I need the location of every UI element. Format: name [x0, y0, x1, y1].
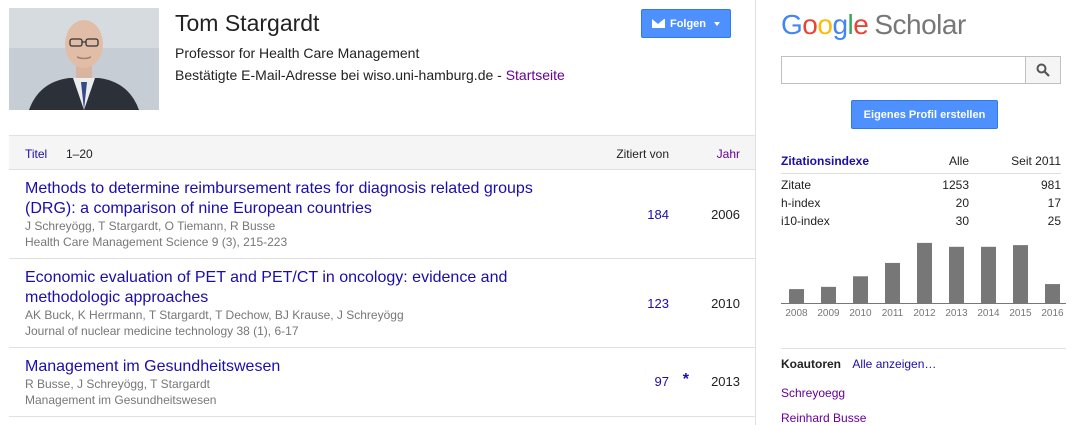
search-icon [1036, 63, 1050, 77]
follow-label: Folgen [669, 17, 707, 30]
chart-bar-2015[interactable] [1013, 245, 1028, 303]
sort-by-title[interactable]: Titel [25, 147, 47, 161]
mail-icon [651, 19, 665, 28]
chart-tick-label: 2016 [1041, 308, 1064, 319]
citation-row-citations: Zitate 1253 981 [781, 178, 1061, 192]
article-year: 2013 [711, 374, 740, 389]
citation-indices-table: Zitationsindexe Alle Seit 2011 Zitate 12… [781, 152, 1061, 230]
cited-by-count[interactable]: 123 [647, 296, 669, 311]
chart-tick-label: 2014 [977, 308, 1000, 319]
citation-indices-title[interactable]: Zitationsindexe [781, 154, 869, 168]
article-venue: Journal of nuclear medicine technology 3… [25, 324, 299, 338]
chart-tick-label: 2011 [882, 308, 904, 319]
results-range: 1–20 [66, 147, 93, 161]
coauthor-link[interactable]: Schreyoegg [781, 386, 845, 400]
follow-button[interactable]: Folgen [641, 9, 731, 38]
table-header: Titel 1–20 Zitiert von Jahr [9, 135, 755, 170]
article-venue: Management im Gesundheitswesen [25, 393, 217, 407]
profile-main: Tom Stargardt Professor for Health Care … [0, 0, 755, 425]
article-title[interactable]: Methods to determine reimbursement rates… [25, 179, 565, 219]
column-since: Seit 2011 [1011, 154, 1061, 168]
chart-bar-2008[interactable] [789, 289, 804, 303]
table-row: Economic evaluation of PET and PET/CT in… [9, 259, 755, 348]
profile-name: Tom Stargardt [175, 10, 320, 36]
article-title[interactable]: Management im Gesundheitswesen [25, 357, 565, 377]
caret-down-icon [714, 21, 721, 26]
table-row: Methods to determine reimbursement rates… [9, 170, 755, 259]
chart-bar-2011[interactable] [885, 262, 900, 303]
profile-affiliation: Professor for Health Care Management [175, 45, 420, 61]
show-all-coauthors-link[interactable]: Alle anzeigen… [852, 357, 936, 371]
coauthors-title: Koautoren [781, 357, 841, 371]
chart-tick-label: 2009 [817, 308, 840, 319]
article-year: 2010 [711, 296, 740, 311]
chart-bar-2013[interactable] [949, 246, 964, 303]
citation-indices-header: Zitationsindexe Alle Seit 2011 [781, 152, 1061, 174]
merged-citations-star[interactable]: * [683, 371, 689, 389]
chart-bar-2012[interactable] [917, 242, 932, 303]
citation-row-i10-index: i10-index 30 25 [781, 214, 1061, 228]
chart-tick-label: 2008 [785, 308, 808, 319]
chart-bar-2016[interactable] [1045, 284, 1060, 303]
email-text: Bestätigte E-Mail-Adresse bei wiso.uni-h… [175, 67, 506, 83]
search-button[interactable] [1025, 56, 1061, 84]
sort-by-year[interactable]: Jahr [717, 147, 740, 161]
create-profile-button[interactable]: Eigenes Profil erstellen [851, 100, 998, 129]
coauthors-section: Koautoren Alle anzeigen… [781, 348, 1066, 371]
chart-tick-label: 2012 [913, 308, 936, 319]
homepage-link[interactable]: Startseite [506, 67, 565, 83]
chart-tick-label: 2015 [1009, 308, 1032, 319]
sidebar: Google Scholar Eigenes Profil erstellen Z… [756, 0, 1084, 425]
chart-tick-label: 2013 [945, 308, 968, 319]
profile-email: Bestätigte E-Mail-Adresse bei wiso.uni-h… [175, 67, 565, 83]
search-input[interactable] [781, 56, 1026, 84]
article-venue: Health Care Management Science 9 (3), 21… [25, 235, 288, 249]
table-row: Management im Gesundheitswesen R Busse, … [9, 348, 755, 417]
google-scholar-logo[interactable]: Google Scholar [781, 9, 966, 41]
cited-by-count[interactable]: 184 [647, 207, 669, 222]
chart-bar-2009[interactable] [821, 286, 836, 303]
article-authors: J Schreyögg, T Stargardt, O Tiemann, R B… [25, 219, 276, 233]
article-title[interactable]: Economic evaluation of PET and PET/CT in… [25, 268, 565, 308]
citations-per-year-chart: 2008 2009 2010 2011 2012 2013 2014 2015 2016 [781, 242, 1066, 319]
citation-row-h-index: h-index 20 17 [781, 196, 1061, 210]
profile-photo [9, 8, 159, 110]
chart-tick-label: 2010 [849, 308, 872, 319]
cited-by-count[interactable]: 97 [655, 374, 669, 389]
article-authors: R Busse, J Schreyögg, T Stargardt [25, 377, 210, 391]
chart-bar-2010[interactable] [853, 276, 868, 303]
chart-bar-2014[interactable] [981, 246, 996, 303]
article-year: 2006 [711, 207, 740, 222]
coauthor-link[interactable]: Reinhard Busse [781, 411, 866, 425]
column-all: Alle [948, 154, 969, 168]
article-authors: AK Buck, K Herrmann, T Stargardt, T Dech… [25, 308, 404, 322]
sort-by-cited[interactable]: Zitiert von [616, 147, 669, 161]
